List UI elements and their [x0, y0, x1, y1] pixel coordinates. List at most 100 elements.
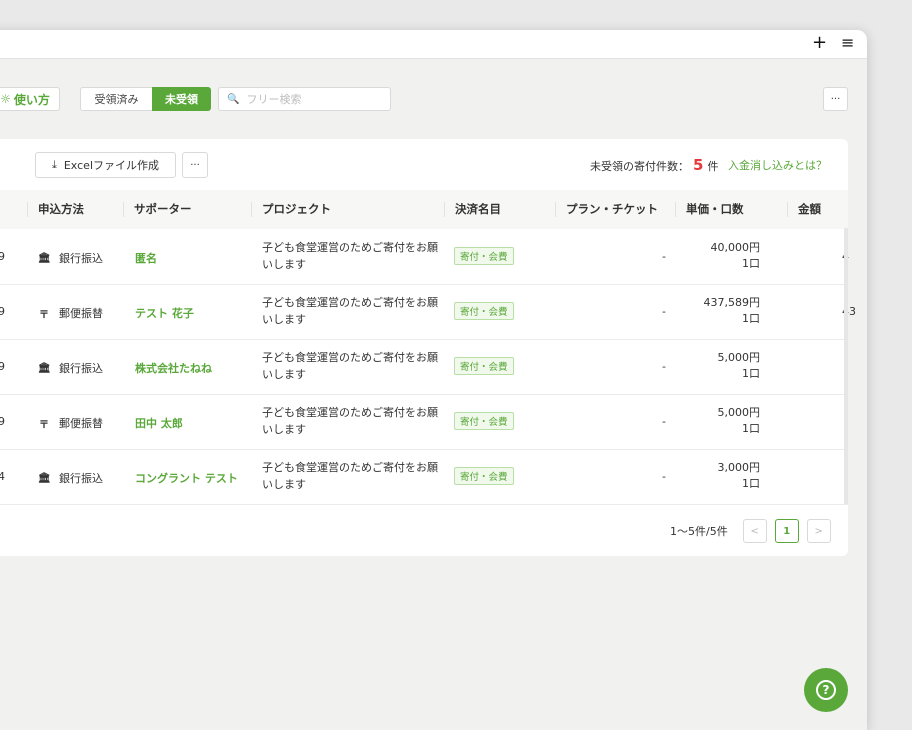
column-divider	[555, 202, 556, 217]
row-supporter-link[interactable]: 田中 太郎	[135, 415, 183, 431]
row-method: 🏛 銀行振込	[38, 360, 103, 376]
filter-received-button[interactable]: 受領済み	[80, 87, 152, 111]
row-method-label: 郵便振替	[59, 307, 103, 320]
row-method-label: 銀行振込	[59, 362, 103, 375]
table-row[interactable]: 9 〒郵便振替 テスト 花子 子ども食堂運営のためご寄付をお願いします 寄付・会費 - 43…	[0, 284, 856, 340]
column-divider	[787, 202, 788, 217]
column-plan: プラン・チケット	[566, 202, 658, 216]
row-method: 🏛 銀行振込	[38, 470, 103, 486]
row-unit-price: 40,000円 1口	[711, 240, 761, 272]
receipt-filter: 受領済み 未受領	[80, 87, 211, 111]
row-method-label: 銀行振込	[59, 252, 103, 265]
row-payment-tag: 寄付・会費	[454, 302, 514, 320]
howto-label: 使い方	[13, 92, 50, 107]
row-price: 3,000円	[717, 461, 761, 474]
unreceived-count: 未受領の寄付件数： 5 件	[590, 156, 718, 174]
row-date: 9	[0, 415, 5, 428]
row-payment-tag: 寄付・会費	[454, 412, 514, 430]
reconciliation-help-link[interactable]: 入金消し込みとは？	[728, 157, 827, 173]
card-more-button[interactable]: ···	[182, 152, 208, 178]
row-unit-price: 5,000円 1口	[718, 350, 761, 382]
next-page-button[interactable]: >	[806, 519, 831, 543]
title-bar: + ≡	[0, 30, 867, 59]
donation-list-card: 覧 ⤓ Excelファイル作成 ··· 未受領の寄付件数： 5 件 入金消し込み…	[0, 139, 856, 556]
row-method-label: 銀行振込	[59, 472, 103, 485]
table-row[interactable]: 9 〒郵便振替 田中 太郎 子ども食堂運営のためご寄付をお願いします 寄付・会費 - 5,0…	[0, 394, 848, 450]
pagination: 1〜5件/5件 < 1 >	[670, 519, 831, 543]
row-supporter-link[interactable]: 株式会社たねね	[135, 360, 212, 376]
postal-icon: 〒	[39, 309, 49, 321]
row-plan: -	[662, 470, 666, 483]
postal-icon: 〒	[39, 419, 49, 431]
bank-icon: 🏛	[38, 362, 51, 374]
column-payment-type: 決済名目	[455, 202, 501, 216]
row-price: 437,589円	[703, 296, 761, 309]
count-value: 5	[693, 156, 704, 174]
excel-export-button[interactable]: ⤓ Excelファイル作成	[35, 152, 176, 178]
count-prefix: 未受領の寄付件数：	[590, 160, 689, 173]
row-supporter-link[interactable]: テスト 花子	[135, 305, 194, 321]
row-project: 子ども食堂運営のためご寄付をお願いします	[262, 406, 438, 436]
table-row[interactable]: 9 🏛 銀行振込 匿名 子ども食堂運営のためご寄付をお願いします 寄付・会費 - 40,000…	[0, 229, 849, 285]
page-1-button[interactable]: 1	[774, 519, 799, 543]
column-unit-price: 単価・口数	[686, 202, 744, 216]
row-price: 40,000円	[710, 241, 761, 254]
column-amount: 金額	[798, 202, 821, 216]
column-divider	[251, 202, 252, 217]
row-unit-price: 437,589円 1口	[704, 295, 761, 327]
row-project: 子ども食堂運営のためご寄付をお願いします	[262, 461, 438, 491]
filter-unreceived-button[interactable]: 未受領	[152, 87, 211, 111]
question-icon: ?	[816, 680, 836, 700]
search-input[interactable]	[244, 91, 389, 107]
toolbar-more-button[interactable]: ···	[823, 87, 848, 111]
column-divider	[123, 202, 124, 217]
row-plan: -	[662, 250, 666, 263]
download-icon: ⤓	[51, 158, 57, 171]
row-supporter-link[interactable]: コングラント テスト	[135, 470, 238, 486]
row-payment-tag: 寄付・会費	[454, 357, 514, 375]
row-plan: -	[662, 360, 666, 373]
row-plan: -	[662, 415, 666, 428]
row-method-label: 郵便振替	[59, 417, 103, 430]
howto-button[interactable]: ☼ 使い方	[0, 87, 60, 111]
row-units: 1口	[742, 257, 760, 270]
table-scrollbar[interactable]	[844, 228, 848, 504]
table-row[interactable]: 9 🏛 銀行振込 株式会社たねね 子ども食堂運営のためご寄付をお願いします 寄付・会費 - 5…	[0, 339, 848, 395]
row-units: 1口	[742, 312, 760, 325]
row-project: 子ども食堂運営のためご寄付をお願いします	[262, 241, 438, 271]
row-price: 5,000円	[717, 351, 761, 364]
row-date: 9	[0, 305, 5, 318]
excel-export-label: Excelファイル作成	[63, 159, 159, 172]
search-icon: 🔍	[227, 93, 240, 105]
table-header: 申込方法 サポーター プロジェクト 決済名目 プラン・チケット 単価・口数 金額	[0, 190, 848, 229]
row-plan: -	[662, 305, 666, 318]
row-method: 〒郵便振替	[38, 305, 103, 321]
lightbulb-icon: ☼	[0, 92, 11, 106]
column-project: プロジェクト	[262, 202, 331, 216]
app-window: + ≡ ☼ 使い方 受領済み 未受領 🔍 ··· 覧 ⤓ Excelファイル作成…	[0, 30, 867, 730]
row-payment-tag: 寄付・会費	[454, 467, 514, 485]
table-row[interactable]: 4 🏛 銀行振込 コングラント テスト 子ども食堂運営のためご寄付をお願いします 寄付・会…	[0, 449, 848, 505]
row-project: 子ども食堂運営のためご寄付をお願いします	[262, 351, 438, 381]
row-payment-tag: 寄付・会費	[454, 247, 514, 265]
row-units: 1口	[742, 422, 760, 435]
help-chat-button[interactable]: ?	[804, 668, 848, 712]
bank-icon: 🏛	[38, 252, 51, 264]
row-method: 〒郵便振替	[38, 415, 103, 431]
row-method: 🏛 銀行振込	[38, 250, 103, 266]
column-divider	[675, 202, 676, 217]
column-divider	[444, 202, 445, 217]
row-unit-price: 5,000円 1口	[718, 405, 761, 437]
row-supporter-link[interactable]: 匿名	[135, 250, 157, 266]
prev-page-button[interactable]: <	[742, 519, 767, 543]
row-unit-price: 3,000円 1口	[718, 460, 761, 492]
row-project: 子ども食堂運営のためご寄付をお願いします	[262, 296, 438, 326]
add-icon[interactable]: +	[812, 33, 827, 53]
count-suffix: 件	[707, 160, 719, 173]
row-date: 4	[0, 470, 5, 483]
menu-icon[interactable]: ≡	[841, 33, 854, 53]
row-date: 9	[0, 250, 5, 263]
column-supporter: サポーター	[134, 202, 192, 216]
pagination-summary: 1〜5件/5件	[670, 525, 728, 538]
column-method: 申込方法	[38, 202, 84, 216]
